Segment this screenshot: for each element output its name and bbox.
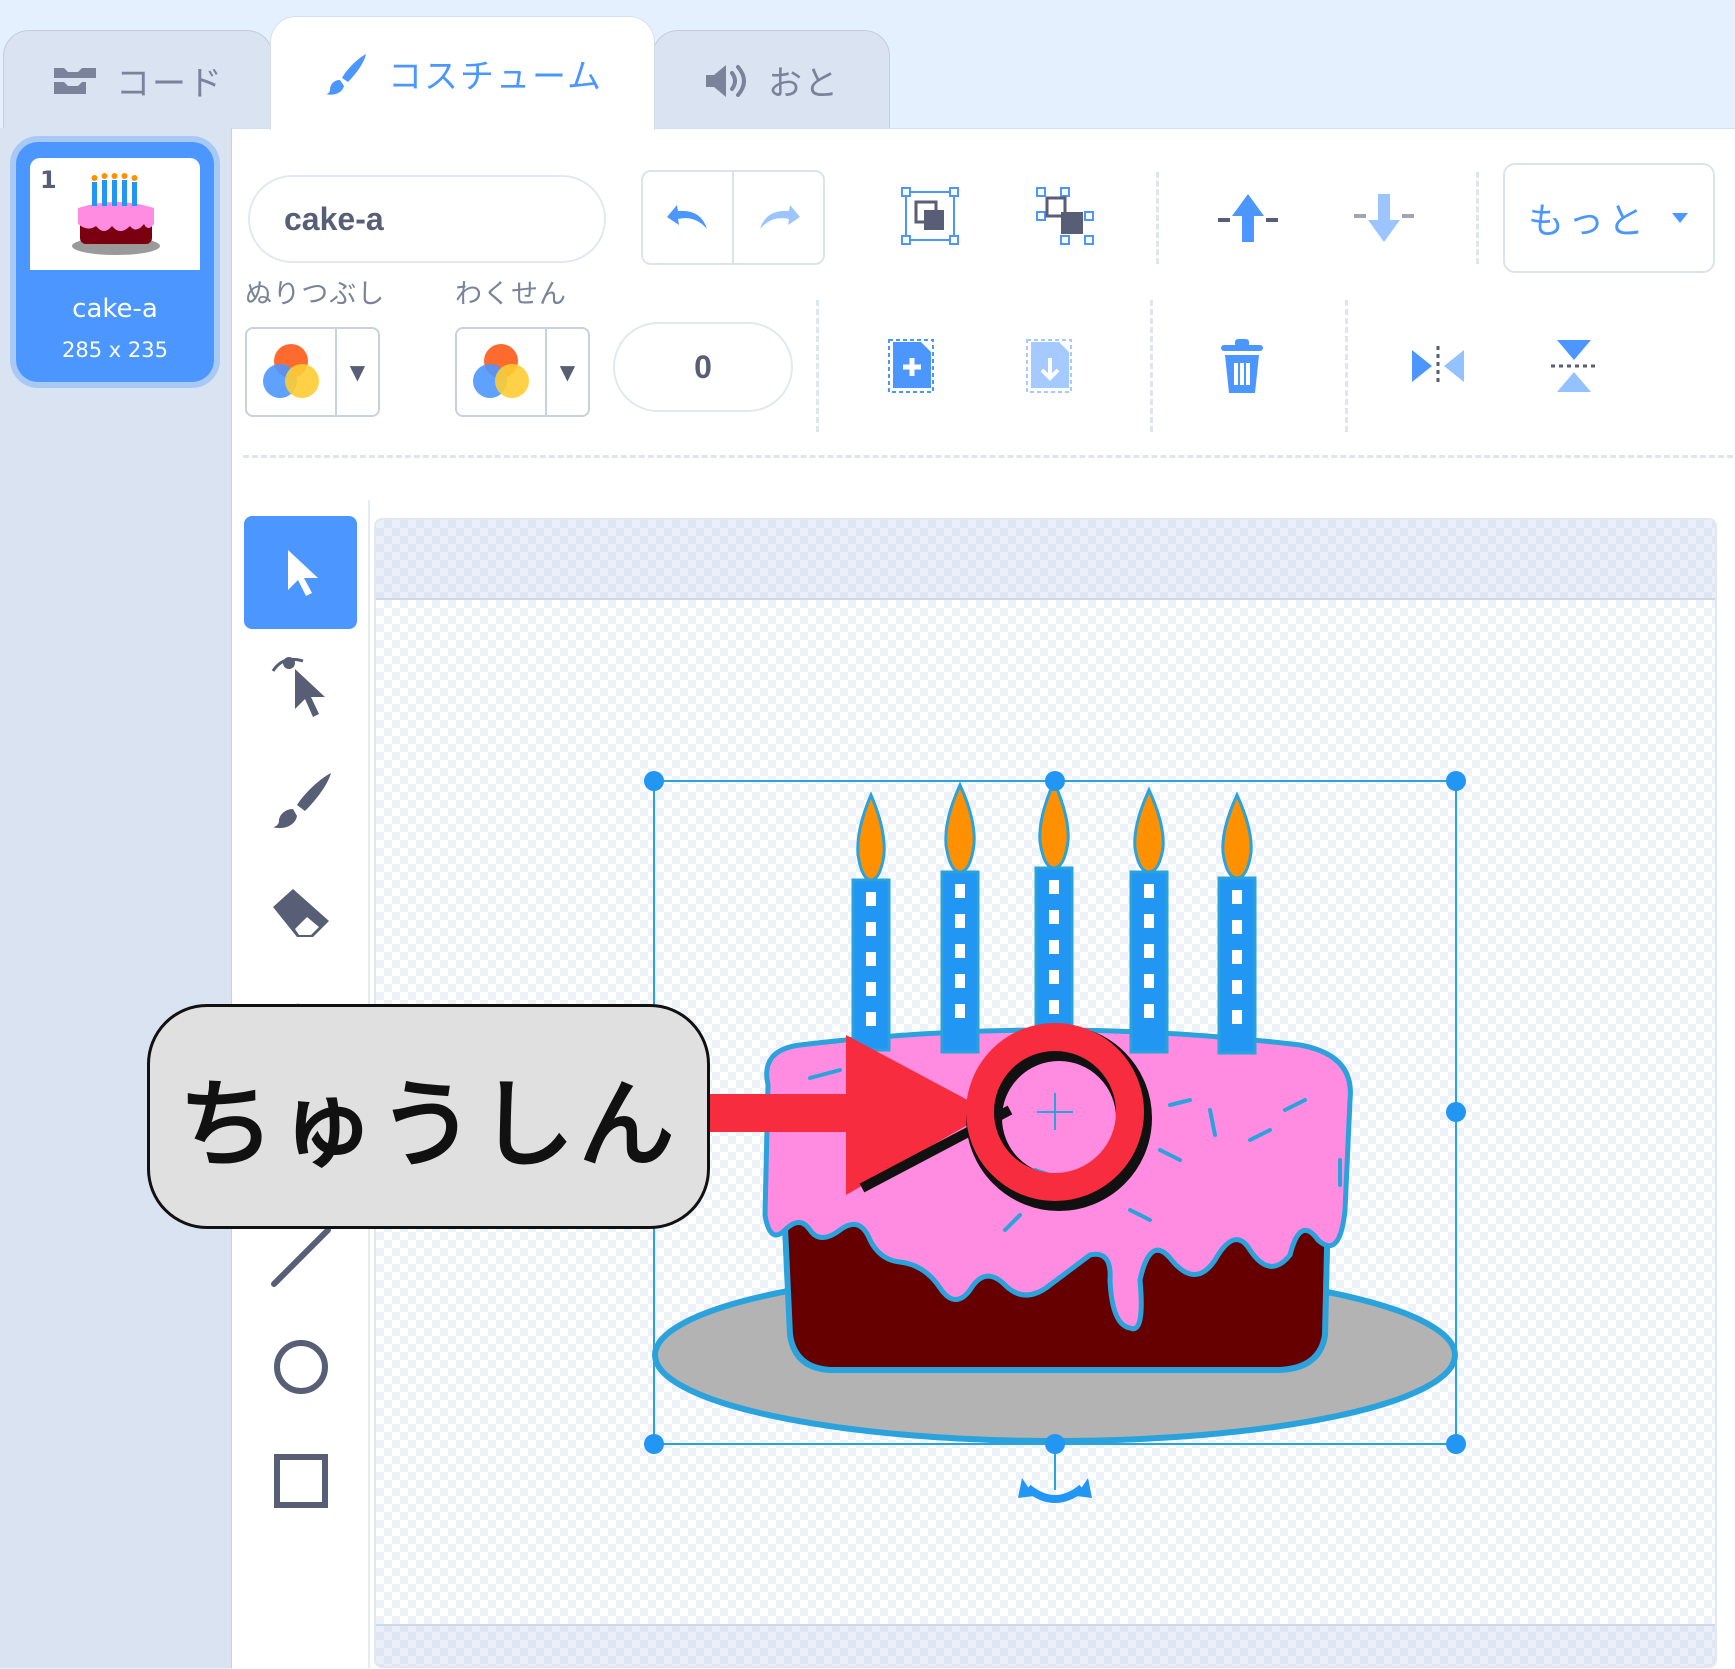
resize-handle — [1446, 771, 1466, 791]
candle — [1129, 786, 1169, 1054]
resize-handle — [1045, 771, 1065, 791]
cake-sprite[interactable] — [0, 0, 1735, 1668]
candle — [1034, 778, 1074, 1055]
callout-text: ちゅうしん — [178, 1069, 679, 1181]
candle — [1217, 791, 1257, 1055]
candle — [851, 791, 891, 1052]
resize-handle — [1446, 1102, 1466, 1122]
center-callout: ちゅうしん — [147, 1004, 710, 1229]
candle — [940, 781, 980, 1054]
resize-handle — [644, 771, 664, 791]
resize-handle — [1045, 1434, 1065, 1454]
resize-handle — [644, 1434, 664, 1454]
candles — [851, 778, 1257, 1055]
resize-handle — [1446, 1434, 1466, 1454]
